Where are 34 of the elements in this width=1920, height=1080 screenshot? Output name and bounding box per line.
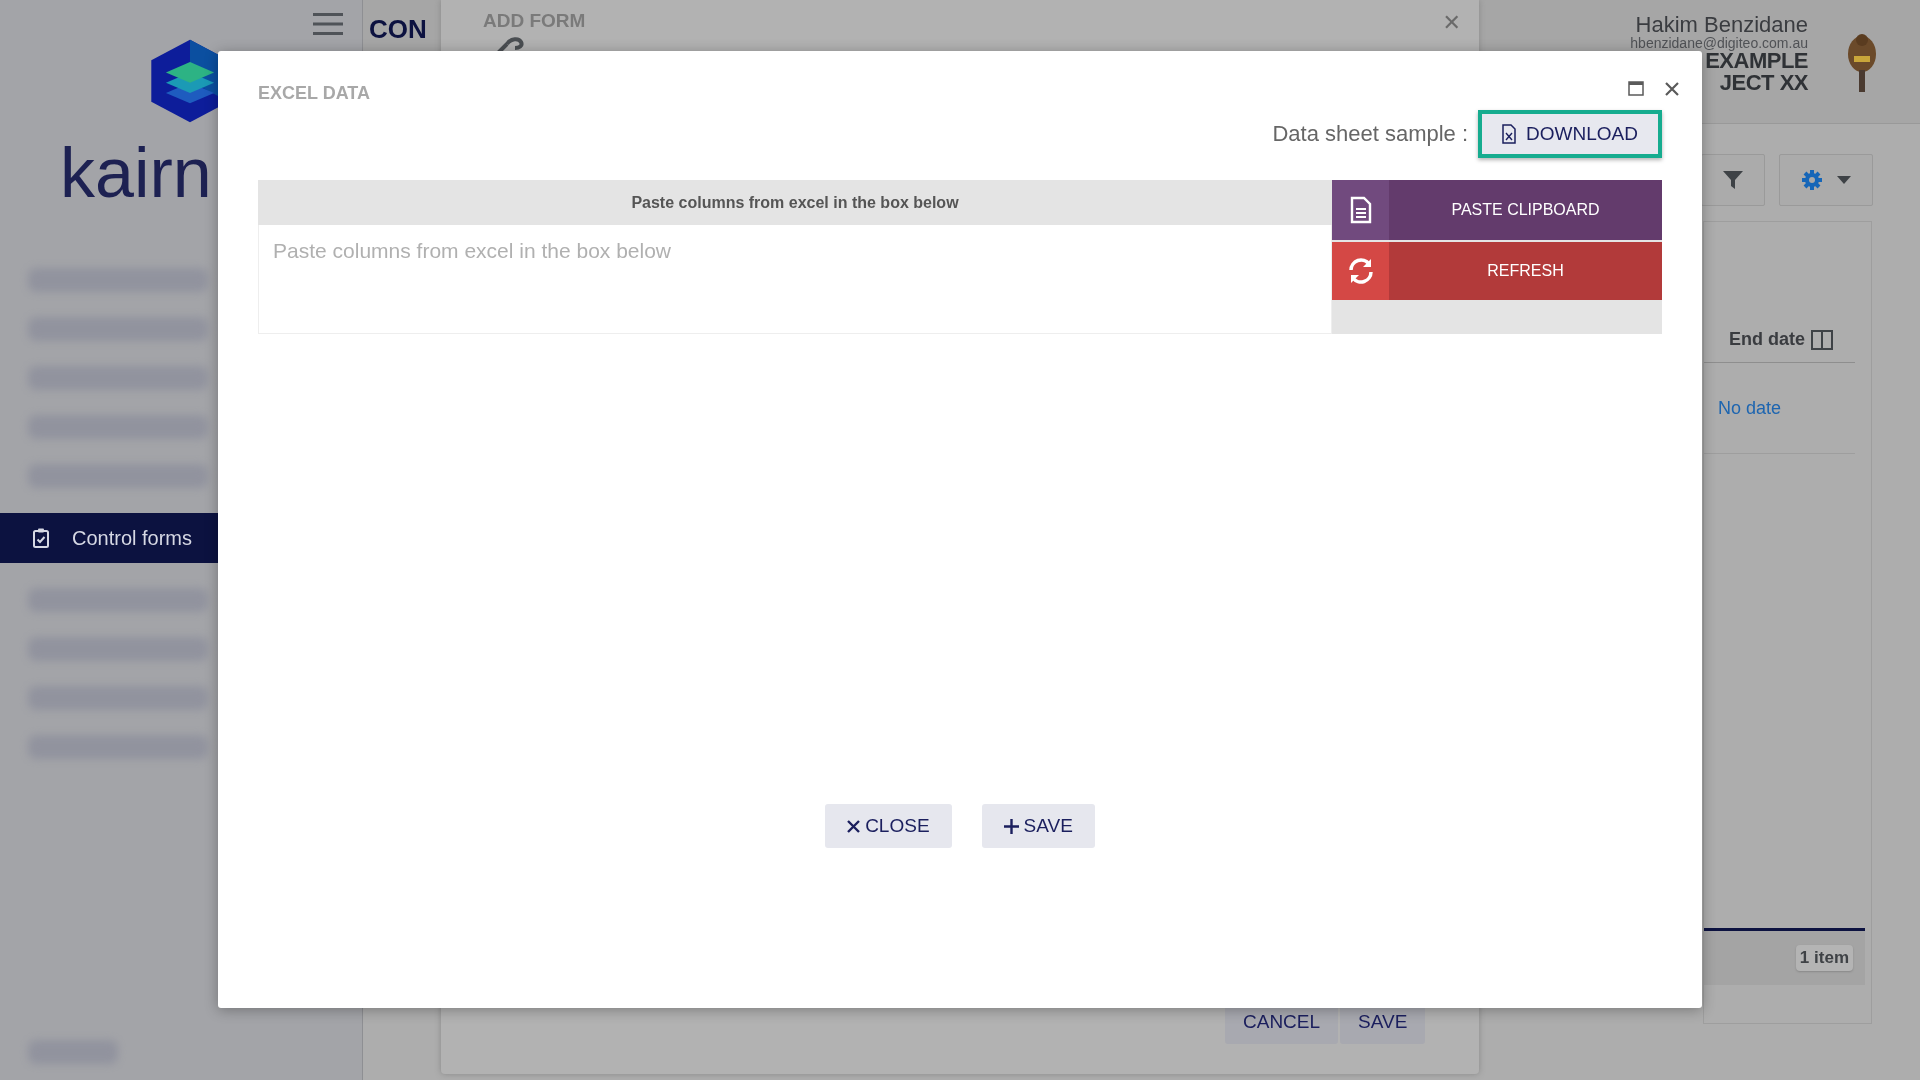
clipboard-check-icon bbox=[32, 527, 50, 549]
paste-clipboard-button[interactable]: PASTE CLIPBOARD bbox=[1332, 180, 1662, 240]
close-icon bbox=[847, 819, 861, 833]
download-button[interactable]: DOWNLOAD bbox=[1478, 110, 1662, 158]
excel-file-icon bbox=[1502, 124, 1517, 144]
logo-wordmark: kairn bbox=[60, 138, 212, 208]
refresh-icon bbox=[1346, 257, 1375, 285]
user-email: hbenzidane@digiteo.com.au bbox=[1630, 36, 1808, 50]
dialog-title: EXCEL DATA bbox=[258, 83, 370, 104]
page-title: CON bbox=[369, 14, 427, 45]
menu-icon[interactable] bbox=[313, 12, 343, 36]
settings-dropdown[interactable] bbox=[1779, 154, 1873, 206]
settings-icon bbox=[1801, 169, 1823, 191]
sample-label: Data sheet sample : bbox=[1272, 121, 1469, 147]
user-name: Hakim Benzidane bbox=[1635, 14, 1808, 36]
paste-field[interactable]: Paste columns from excel in the box below bbox=[258, 225, 1332, 334]
project-name: JECT XX bbox=[1719, 72, 1808, 94]
document-icon bbox=[1349, 196, 1372, 224]
plus-icon bbox=[1003, 818, 1019, 834]
close-button[interactable]: CLOSE bbox=[825, 804, 952, 848]
columns-icon[interactable] bbox=[1811, 330, 1833, 350]
form-title: ADD FORM bbox=[483, 10, 586, 33]
item-count: 1 item bbox=[1795, 945, 1853, 971]
column-header[interactable]: End date bbox=[1729, 329, 1805, 350]
maximize-icon[interactable] bbox=[1628, 81, 1644, 96]
table-cell: No date bbox=[1717, 397, 1781, 419]
project-name: EXAMPLE bbox=[1705, 50, 1808, 72]
filter-icon bbox=[1722, 169, 1744, 191]
caret-icon bbox=[1837, 176, 1851, 184]
save-button[interactable]: SAVE bbox=[981, 804, 1095, 848]
refresh-button[interactable]: REFRESH bbox=[1332, 242, 1662, 300]
close-icon[interactable] bbox=[1664, 80, 1680, 97]
table-header: Paste columns from excel in the box below bbox=[258, 180, 1332, 225]
filter-button[interactable] bbox=[1701, 154, 1765, 206]
